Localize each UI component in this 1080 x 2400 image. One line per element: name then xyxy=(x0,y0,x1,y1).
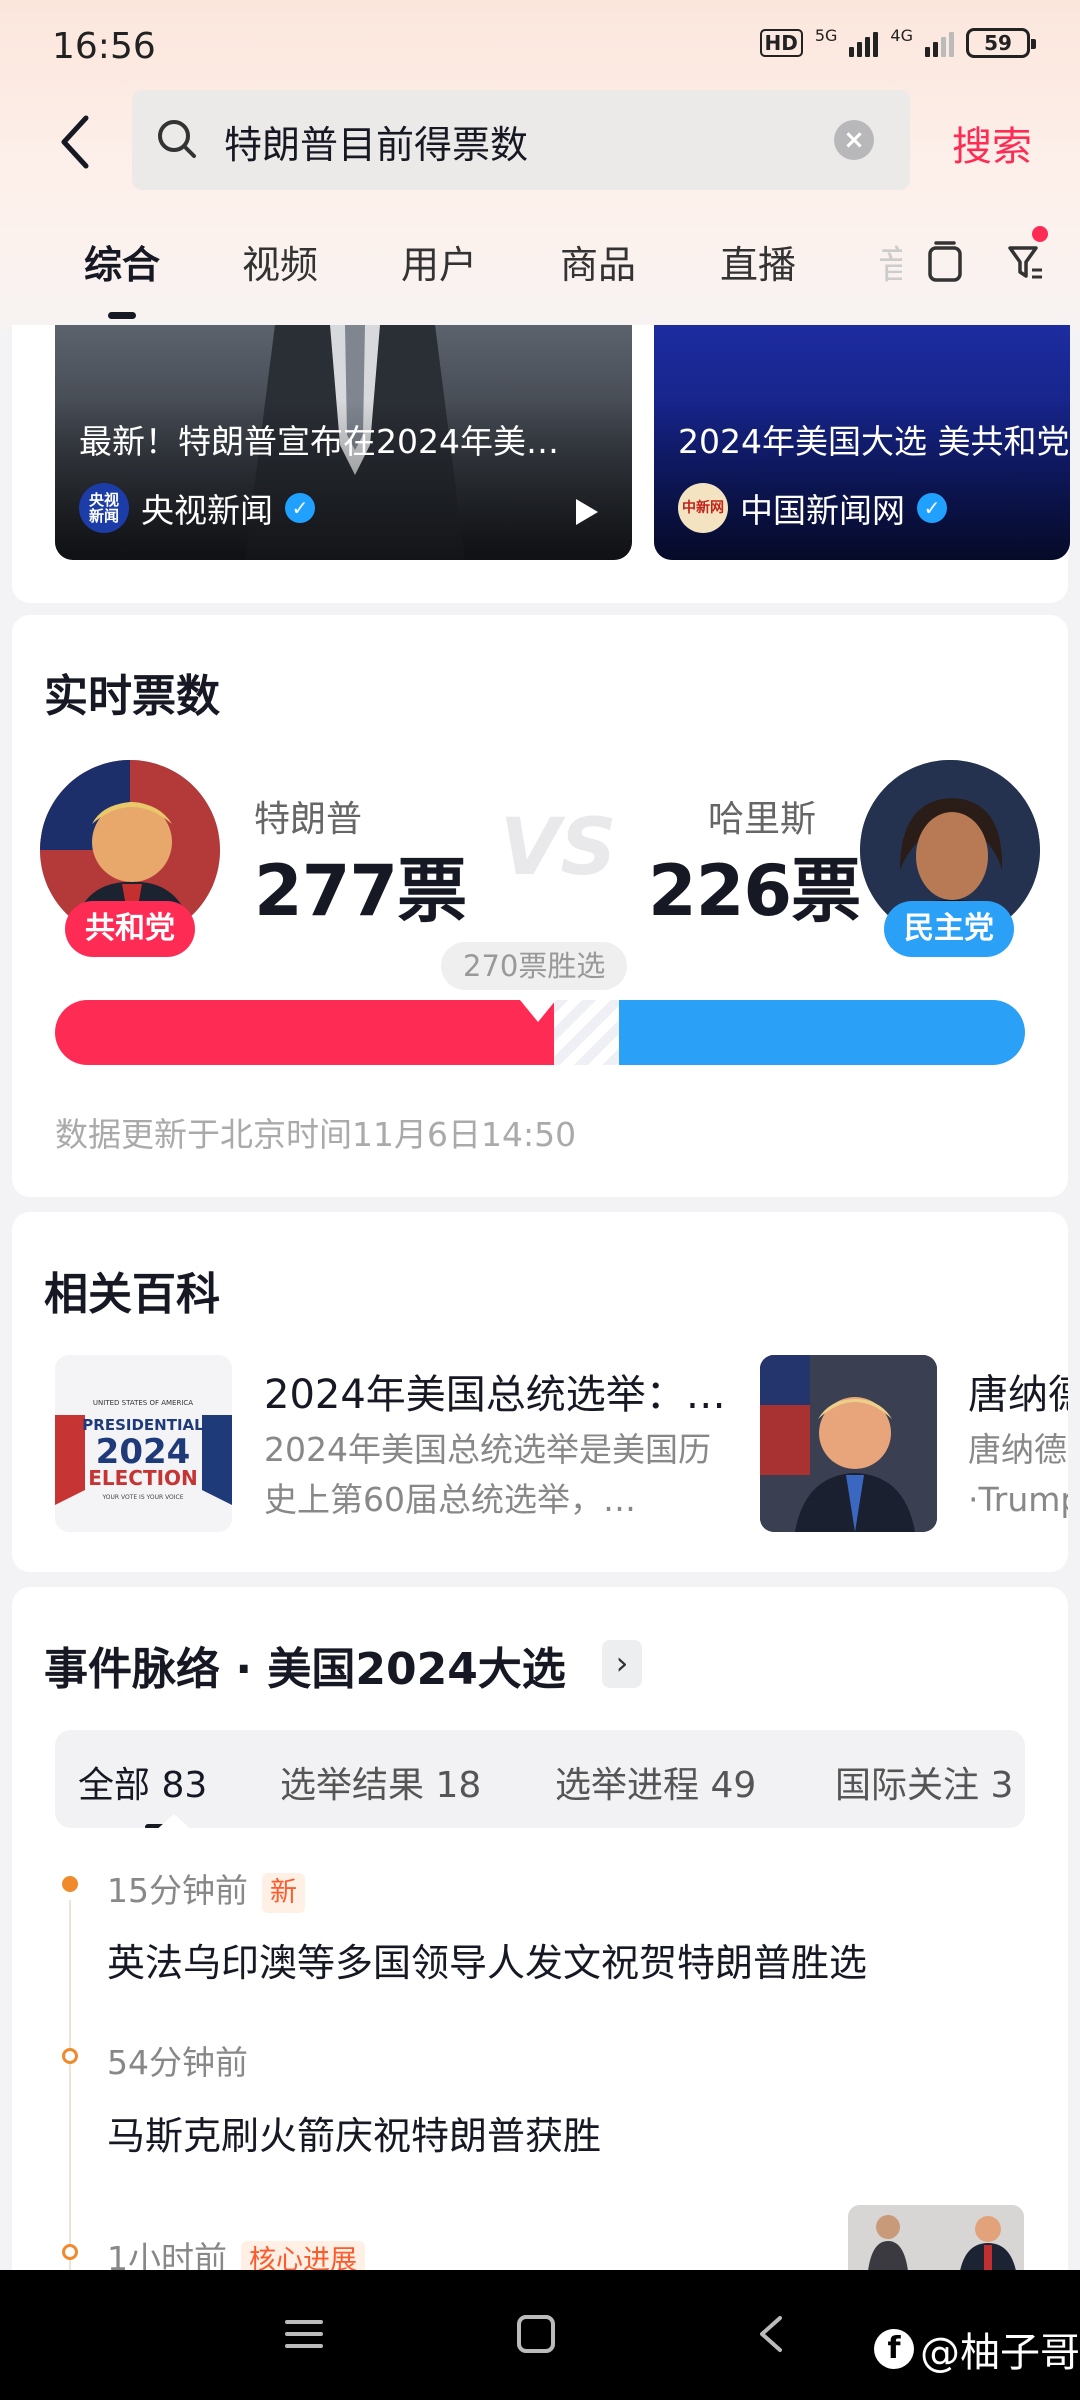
filter-all[interactable]: 全部 83 xyxy=(78,1756,207,1808)
timeline-dot xyxy=(62,2244,78,2260)
status-bar: 16:56 HD 5G 4G 59 xyxy=(0,0,1080,96)
hd-voice-icon: HD xyxy=(759,29,803,57)
timeline-section-title[interactable]: 事件脉络 · 美国2024大选 xyxy=(44,1633,566,1697)
filter-results[interactable]: 选举结果 18 xyxy=(280,1756,481,1808)
left-vote-count: 277票 xyxy=(254,850,467,932)
video-source: 央视新闻 xyxy=(141,491,273,530)
system-nav-bar: f @柚子哥 xyxy=(0,2270,1080,2400)
video-title: 最新！特朗普宣布在2024年美… xyxy=(79,422,559,461)
democrat-badge: 民主党 xyxy=(884,901,1014,957)
search-box[interactable]: 特朗普目前得票数 × xyxy=(132,90,910,190)
search-button[interactable]: 搜索 xyxy=(952,114,1032,172)
right-vote-count: 226票 xyxy=(648,850,861,932)
verified-icon: ✓ xyxy=(917,493,947,523)
timeline-time: 15分钟前新 xyxy=(107,1864,305,1913)
encyclopedia-desc-2: 唐纳德·Trump xyxy=(968,1430,1068,1519)
win-threshold-label: 270票胜选 xyxy=(441,942,628,990)
search-icon xyxy=(158,120,196,158)
timeline-line xyxy=(69,1900,71,2270)
graphic-bottom-text: YOUR VOTE IS YOUR VOICE xyxy=(101,1494,183,1501)
watermark-text: @柚子哥 xyxy=(920,2330,1080,2376)
encyclopedia-desc: 2024年美国总统选举是美国历史上第60届总统选举，… xyxy=(264,1430,711,1519)
trump-photo xyxy=(760,1355,937,1532)
graphic-top-text: UNITED STATES OF AMERICA xyxy=(93,1399,193,1407)
timeline-thumbnail[interactable] xyxy=(848,2205,1024,2271)
timeline-event[interactable]: 英法乌印澳等多国领导人发文祝贺特朗普胜选 xyxy=(107,1932,867,1987)
signal-4g-icon xyxy=(925,29,954,57)
chevron-right-icon[interactable]: › xyxy=(602,1640,642,1688)
clear-icon[interactable]: × xyxy=(834,120,874,160)
timeline-photo xyxy=(848,2205,1024,2271)
timeline-filter-bar: 全部 83 选举结果 18 选举进程 49 国际关注 3 xyxy=(55,1730,1025,1828)
vs-label: VS xyxy=(500,803,617,893)
home-icon[interactable] xyxy=(516,2314,556,2354)
threshold-marker xyxy=(520,1000,556,1022)
video-title: 2024年美国大选 美共和党 xyxy=(678,422,1070,461)
menu-icon[interactable] xyxy=(284,2314,324,2354)
votes-section-title: 实时票数 xyxy=(44,671,220,722)
tab-live[interactable]: 直播 xyxy=(720,234,796,289)
timeline-time: 54分钟前 xyxy=(107,2043,248,2082)
search-row: 特朗普目前得票数 × 搜索 xyxy=(0,90,1080,190)
graphic-main-text-3: ELECTION xyxy=(88,1466,198,1490)
notification-dot xyxy=(1032,226,1048,242)
history-icon[interactable] xyxy=(926,240,964,284)
tab-goods[interactable]: 商品 xyxy=(560,234,636,289)
video-card-1[interactable]: 最新！特朗普宣布在2024年美… 央视 新闻 央视新闻 ✓ xyxy=(55,325,632,560)
new-tag: 新 xyxy=(262,1872,305,1913)
video-source: 中国新闻网 xyxy=(740,491,905,530)
network-type-5g: 5G xyxy=(814,25,838,45)
result-tabs: 综合 视频 用户 商品 直播 音 xyxy=(0,222,1080,322)
tab-video[interactable]: 视频 xyxy=(242,234,318,289)
battery-icon: 59 xyxy=(966,28,1036,58)
filter-icon[interactable] xyxy=(1006,240,1046,284)
encyclopedia-title[interactable]: 2024年美国总统选举：… xyxy=(264,1362,734,1420)
play-icon xyxy=(576,499,598,525)
timeline-dot xyxy=(62,1876,78,1892)
filter-international[interactable]: 国际关注 3 xyxy=(835,1756,1013,1808)
election-logo-image[interactable]: UNITED STATES OF AMERICA PRESIDENTIAL 20… xyxy=(55,1355,232,1532)
watermark: f @柚子哥 xyxy=(874,2320,1080,2378)
clock: 16:56 xyxy=(52,26,156,67)
right-vote-bar xyxy=(619,1000,1025,1065)
filter-progress[interactable]: 选举进程 49 xyxy=(555,1756,756,1808)
encyclopedia-title-2[interactable]: 唐纳德 xyxy=(968,1362,1068,1420)
tab-comprehensive[interactable]: 综合 xyxy=(84,234,160,289)
encyclopedia-section-title: 相关百科 xyxy=(44,1269,220,1320)
chinanews-logo: 中新网 xyxy=(678,483,728,533)
verified-icon: ✓ xyxy=(285,493,315,523)
timeline-dot xyxy=(62,2048,78,2064)
republican-badge: 共和党 xyxy=(65,901,195,957)
cctv-news-logo: 央视 新闻 xyxy=(79,483,129,533)
update-time: 数据更新于北京时间11月6日14:50 xyxy=(55,1115,577,1154)
video-card-2[interactable]: 2024年美国大选 美共和党 中新网 中国新闻网 ✓ xyxy=(654,325,1070,560)
watermark-logo-icon: f xyxy=(874,2329,914,2369)
tab-music[interactable]: 音 xyxy=(878,234,902,289)
search-input[interactable]: 特朗普目前得票数 xyxy=(224,114,528,169)
back-arrow-icon[interactable] xyxy=(56,112,96,172)
timeline-event[interactable]: 马斯克刷火箭庆祝特朗普获胜 xyxy=(107,2105,601,2160)
tab-user[interactable]: 用户 xyxy=(401,234,477,289)
trump-encyclopedia-image[interactable] xyxy=(760,1355,937,1532)
remaining-votes-bar xyxy=(554,1000,620,1065)
back-icon[interactable] xyxy=(756,2314,786,2354)
election-2024-graphic: UNITED STATES OF AMERICA PRESIDENTIAL 20… xyxy=(55,1355,232,1532)
filter-pointer xyxy=(154,1814,194,1832)
left-vote-bar xyxy=(55,1000,555,1065)
signal-5g-icon xyxy=(849,29,879,57)
network-type-4g: 4G xyxy=(890,25,913,45)
active-tab-indicator xyxy=(108,312,136,319)
